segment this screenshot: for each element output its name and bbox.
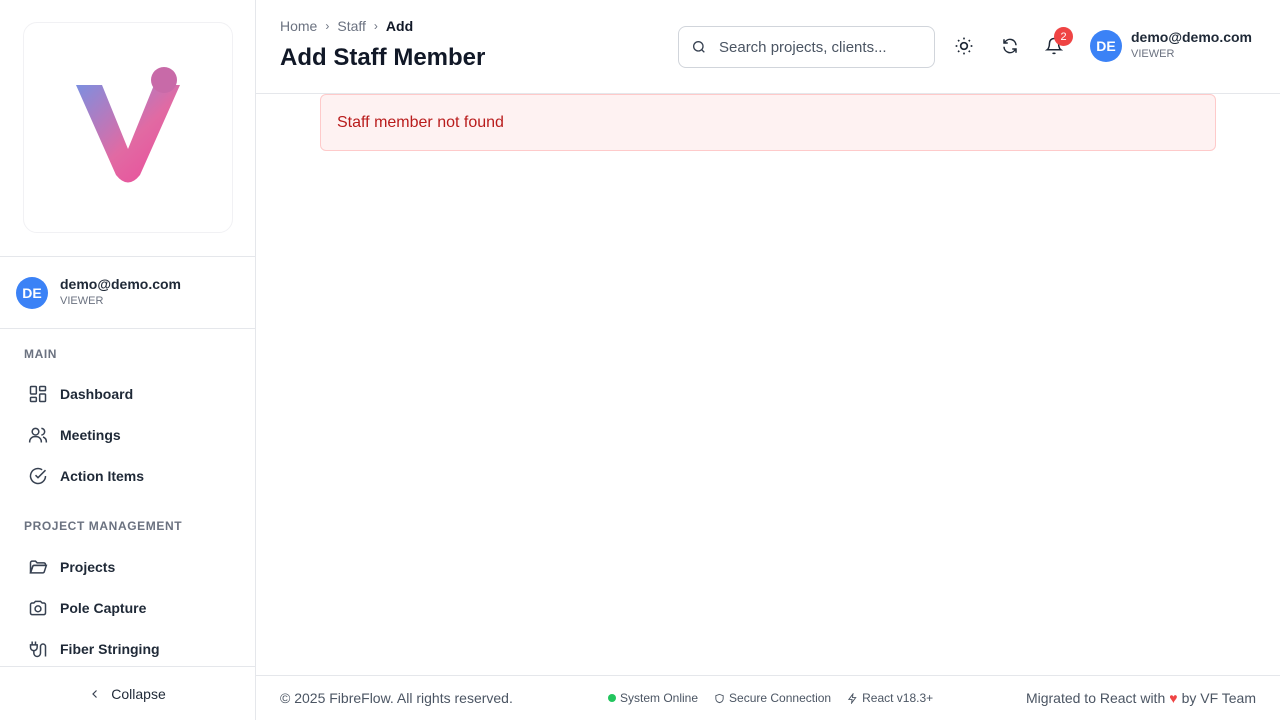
shield-icon bbox=[715, 693, 724, 703]
camera-icon bbox=[29, 600, 47, 616]
user-role: VIEWER bbox=[1131, 48, 1175, 60]
breadcrumb: Home › Staff › Add bbox=[280, 18, 413, 34]
search-input[interactable] bbox=[719, 38, 919, 56]
status-react-version: React v18.3+ bbox=[847, 691, 933, 705]
status-system-online: System Online bbox=[608, 691, 698, 705]
section-label-project-management: PROJECT MANAGEMENT bbox=[24, 519, 183, 533]
status-group: System Online Secure Connection React v1… bbox=[608, 691, 949, 705]
breadcrumb-staff[interactable]: Staff bbox=[337, 18, 366, 34]
notification-badge: 2 bbox=[1054, 27, 1073, 46]
page-title: Add Staff Member bbox=[280, 44, 486, 71]
users-icon bbox=[28, 427, 48, 443]
sidebar-item-label: Meetings bbox=[60, 427, 121, 443]
search-box[interactable] bbox=[678, 26, 935, 68]
sidebar-item-dashboard[interactable]: Dashboard bbox=[16, 376, 240, 412]
check-circle-icon bbox=[29, 467, 47, 485]
divider bbox=[0, 328, 255, 329]
sidebar-item-fiber-stringing[interactable]: Fiber Stringing bbox=[16, 631, 240, 667]
sidebar-user[interactable]: DE demo@demo.com VIEWER bbox=[16, 276, 181, 309]
sidebar-item-pole-capture[interactable]: Pole Capture bbox=[16, 590, 240, 626]
sidebar-item-projects[interactable]: Projects bbox=[16, 549, 240, 585]
folder-icon bbox=[29, 560, 48, 574]
error-alert: Staff member not found bbox=[320, 94, 1216, 151]
app: DE demo@demo.com VIEWER MAIN Dashboard M… bbox=[0, 0, 1280, 720]
user-role: VIEWER bbox=[60, 295, 104, 307]
chevron-right-icon: › bbox=[325, 19, 330, 33]
sun-icon bbox=[955, 37, 973, 55]
sidebar-item-label: Pole Capture bbox=[60, 600, 147, 616]
chevron-left-icon bbox=[92, 689, 98, 698]
header-user-menu[interactable]: DE demo@demo.com VIEWER bbox=[1090, 29, 1252, 62]
divider bbox=[0, 256, 255, 257]
logo[interactable] bbox=[23, 22, 233, 233]
breadcrumb-home[interactable]: Home bbox=[280, 18, 317, 34]
sidebar-item-label: Projects bbox=[60, 559, 116, 575]
sidebar-item-action-items[interactable]: Action Items bbox=[16, 458, 240, 494]
refresh-icon bbox=[1003, 38, 1017, 54]
plug-icon bbox=[29, 641, 47, 658]
collapse-bar: Collapse bbox=[0, 666, 255, 720]
avatar: DE bbox=[1090, 29, 1122, 62]
status-label: Secure Connection bbox=[729, 691, 832, 705]
sidebar: DE demo@demo.com VIEWER MAIN Dashboard M… bbox=[0, 0, 256, 720]
sidebar-item-meetings[interactable]: Meetings bbox=[16, 417, 240, 453]
logo-icon bbox=[76, 67, 180, 183]
heart-icon: ♥ bbox=[1169, 690, 1178, 706]
zap-icon bbox=[848, 692, 857, 704]
section-label-main: MAIN bbox=[24, 347, 58, 361]
sidebar-item-label: Dashboard bbox=[60, 386, 134, 402]
refresh-button[interactable] bbox=[998, 34, 1022, 58]
top-header: Home › Staff › Add Add Staff Member 2 DE… bbox=[256, 0, 1280, 94]
dashboard-icon bbox=[29, 385, 47, 403]
theme-toggle-button[interactable] bbox=[952, 34, 976, 58]
online-dot-icon bbox=[608, 694, 616, 702]
chevron-right-icon: › bbox=[373, 19, 378, 33]
migrated-suffix: by VF Team bbox=[1181, 690, 1256, 706]
collapse-button[interactable]: Collapse bbox=[89, 685, 166, 702]
avatar: DE bbox=[16, 276, 48, 309]
collapse-label: Collapse bbox=[111, 685, 166, 702]
sidebar-item-label: Action Items bbox=[60, 468, 145, 484]
copyright: © 2025 FibreFlow. All rights reserved. bbox=[280, 690, 513, 706]
footer: © 2025 FibreFlow. All rights reserved. S… bbox=[256, 675, 1280, 720]
status-label: System Online bbox=[620, 691, 699, 705]
user-email: demo@demo.com bbox=[1131, 29, 1253, 45]
user-email: demo@demo.com bbox=[60, 276, 182, 292]
sidebar-item-label: Fiber Stringing bbox=[60, 641, 160, 657]
migrated-note: Migrated to React with ♥ by VF Team bbox=[1026, 690, 1256, 706]
search-icon bbox=[693, 41, 705, 53]
migrated-prefix: Migrated to React with bbox=[1025, 690, 1166, 706]
status-label: React v18.3+ bbox=[862, 691, 934, 705]
status-secure-connection: Secure Connection bbox=[714, 691, 831, 705]
breadcrumb-current: Add bbox=[385, 18, 414, 34]
